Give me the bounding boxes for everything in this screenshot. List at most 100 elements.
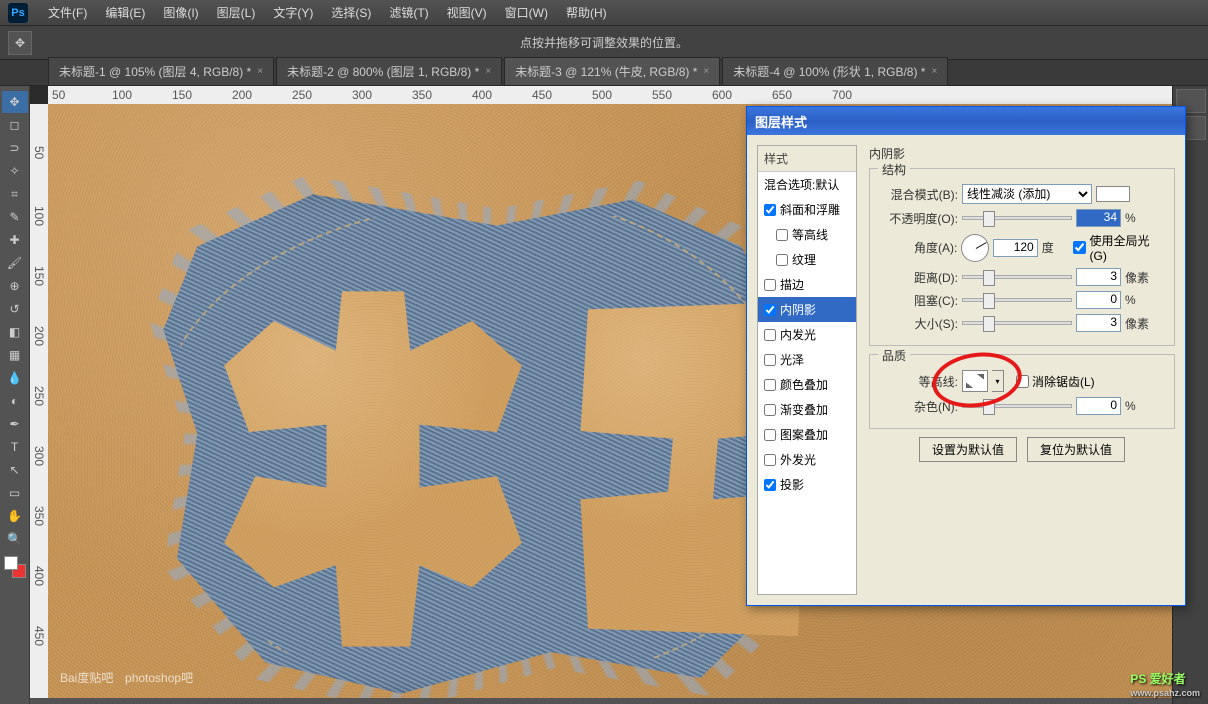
doc-tab[interactable]: 未标题-1 @ 105% (图层 4, RGB/8) *× <box>48 57 274 85</box>
dodge-tool-icon[interactable]: ◐ <box>2 390 28 412</box>
stamp-tool-icon[interactable]: ⊕ <box>2 275 28 297</box>
brush-tool-icon[interactable]: 🖌 <box>2 252 28 274</box>
contour-preview[interactable] <box>962 370 988 392</box>
close-icon[interactable]: × <box>703 66 709 77</box>
move-tool-icon[interactable]: ✥ <box>2 91 28 113</box>
panel-title: 内阴影 <box>869 145 1175 162</box>
noise-slider[interactable] <box>962 404 1072 408</box>
crop-tool-icon[interactable]: ⌗ <box>2 183 28 205</box>
size-input[interactable]: 3 <box>1076 314 1121 332</box>
style-drop-shadow[interactable]: 投影 <box>758 472 856 497</box>
dialog-titlebar[interactable]: 图层样式 <box>747 107 1185 135</box>
blend-mode-select[interactable]: 线性减淡 (添加) <box>962 184 1092 204</box>
zoom-tool-icon[interactable]: 🔍 <box>2 528 28 550</box>
cb[interactable] <box>764 379 776 391</box>
style-stroke[interactable]: 描边 <box>758 272 856 297</box>
eraser-tool-icon[interactable]: ◧ <box>2 321 28 343</box>
blend-options[interactable]: 混合选项:默认 <box>758 172 856 197</box>
hand-tool-icon[interactable]: ✋ <box>2 505 28 527</box>
settings-panel: 内阴影 结构 混合模式(B): 线性减淡 (添加) 不透明度(O): 34 % … <box>869 145 1175 595</box>
cb[interactable] <box>764 454 776 466</box>
group-quality: 品质 等高线: ▾ 消除锯齿(L) 杂色(N): 0 % <box>869 354 1175 429</box>
menu-edit[interactable]: 编辑(E) <box>97 0 153 25</box>
doc-tab-active[interactable]: 未标题-3 @ 121% (牛皮, RGB/8) * × <box>504 57 720 85</box>
cb[interactable] <box>764 404 776 416</box>
reset-default-button[interactable]: 复位为默认值 <box>1027 437 1125 462</box>
style-texture[interactable]: 纹理 <box>758 247 856 272</box>
cb[interactable] <box>764 479 776 491</box>
distance-input[interactable]: 3 <box>1076 268 1121 286</box>
menu-filter[interactable]: 滤镜(T) <box>381 0 436 25</box>
angle-input[interactable]: 120 <box>993 239 1038 257</box>
close-icon[interactable]: × <box>257 66 263 77</box>
styles-header[interactable]: 样式 <box>758 146 856 172</box>
cb[interactable] <box>764 329 776 341</box>
move-tool-icon[interactable]: ✥ <box>8 31 32 55</box>
distance-label: 距离(D): <box>878 269 958 286</box>
style-satin[interactable]: 光泽 <box>758 347 856 372</box>
noise-input[interactable]: 0 <box>1076 397 1121 415</box>
pen-tool-icon[interactable]: ✒ <box>2 413 28 435</box>
cb[interactable] <box>764 429 776 441</box>
layer-style-dialog: 图层样式 样式 混合选项:默认 斜面和浮雕 等高线 纹理 描边 内阴影 内发光 … <box>746 106 1186 606</box>
doc-tab[interactable]: 未标题-2 @ 800% (图层 1, RGB/8) *× <box>276 57 502 85</box>
tab-label: 未标题-3 @ 121% (牛皮, RGB/8) * <box>515 63 697 80</box>
menu-help[interactable]: 帮助(H) <box>558 0 615 25</box>
wand-tool-icon[interactable]: ✧ <box>2 160 28 182</box>
cb[interactable] <box>764 204 776 216</box>
gradient-tool-icon[interactable]: ▦ <box>2 344 28 366</box>
cb[interactable] <box>764 279 776 291</box>
opacity-slider[interactable] <box>962 216 1072 220</box>
opacity-input[interactable]: 34 <box>1076 209 1121 227</box>
type-tool-icon[interactable]: T <box>2 436 28 458</box>
blur-tool-icon[interactable]: 💧 <box>2 367 28 389</box>
lasso-tool-icon[interactable]: ⊃ <box>2 137 28 159</box>
menu-image[interactable]: 图像(I) <box>155 0 206 25</box>
menu-type[interactable]: 文字(Y) <box>265 0 321 25</box>
close-icon[interactable]: × <box>485 66 491 77</box>
size-slider[interactable] <box>962 321 1072 325</box>
cb[interactable] <box>776 254 788 266</box>
color-swatch[interactable] <box>4 556 26 578</box>
menu-window[interactable]: 窗口(W) <box>497 0 556 25</box>
distance-slider[interactable] <box>962 275 1072 279</box>
antialias-check[interactable]: 消除锯齿(L) <box>1016 373 1095 390</box>
style-pattern-overlay[interactable]: 图案叠加 <box>758 422 856 447</box>
close-icon[interactable]: × <box>931 66 937 77</box>
history-brush-icon[interactable]: ↺ <box>2 298 28 320</box>
angle-dial[interactable] <box>961 234 989 262</box>
style-contour[interactable]: 等高线 <box>758 222 856 247</box>
doc-tab[interactable]: 未标题-4 @ 100% (形状 1, RGB/8) *× <box>722 57 948 85</box>
eyedropper-tool-icon[interactable]: ✎ <box>2 206 28 228</box>
cb[interactable] <box>764 304 776 316</box>
menu-select[interactable]: 选择(S) <box>323 0 379 25</box>
style-inner-shadow[interactable]: 内阴影 <box>758 297 856 322</box>
angle-label: 角度(A): <box>878 239 957 256</box>
contour-dropdown-icon[interactable]: ▾ <box>992 370 1004 392</box>
menu-layer[interactable]: 图层(L) <box>209 0 264 25</box>
set-default-button[interactable]: 设置为默认值 <box>919 437 1017 462</box>
style-bevel[interactable]: 斜面和浮雕 <box>758 197 856 222</box>
global-light-check[interactable]: 使用全局光(G) <box>1073 232 1166 263</box>
watermark-left: Bai度贴吧 photoshop吧 <box>60 669 193 686</box>
style-list: 样式 混合选项:默认 斜面和浮雕 等高线 纹理 描边 内阴影 内发光 光泽 颜色… <box>757 145 857 595</box>
style-inner-glow[interactable]: 内发光 <box>758 322 856 347</box>
heal-tool-icon[interactable]: ✚ <box>2 229 28 251</box>
cb[interactable] <box>764 354 776 366</box>
shape-tool-icon[interactable]: ▭ <box>2 482 28 504</box>
menu-file[interactable]: 文件(F) <box>40 0 95 25</box>
style-gradient-overlay[interactable]: 渐变叠加 <box>758 397 856 422</box>
path-tool-icon[interactable]: ↖ <box>2 459 28 481</box>
cb[interactable] <box>776 229 788 241</box>
choke-input[interactable]: 0 <box>1076 291 1121 309</box>
color-swatch[interactable] <box>1096 186 1130 202</box>
unit: 度 <box>1042 239 1070 256</box>
unit: % <box>1125 211 1153 225</box>
choke-label: 阻塞(C): <box>878 292 958 309</box>
style-color-overlay[interactable]: 颜色叠加 <box>758 372 856 397</box>
marquee-tool-icon[interactable]: ◻ <box>2 114 28 136</box>
style-outer-glow[interactable]: 外发光 <box>758 447 856 472</box>
hint-text: 点按并拖移可调整效果的位置。 <box>520 34 688 51</box>
choke-slider[interactable] <box>962 298 1072 302</box>
menu-view[interactable]: 视图(V) <box>439 0 495 25</box>
